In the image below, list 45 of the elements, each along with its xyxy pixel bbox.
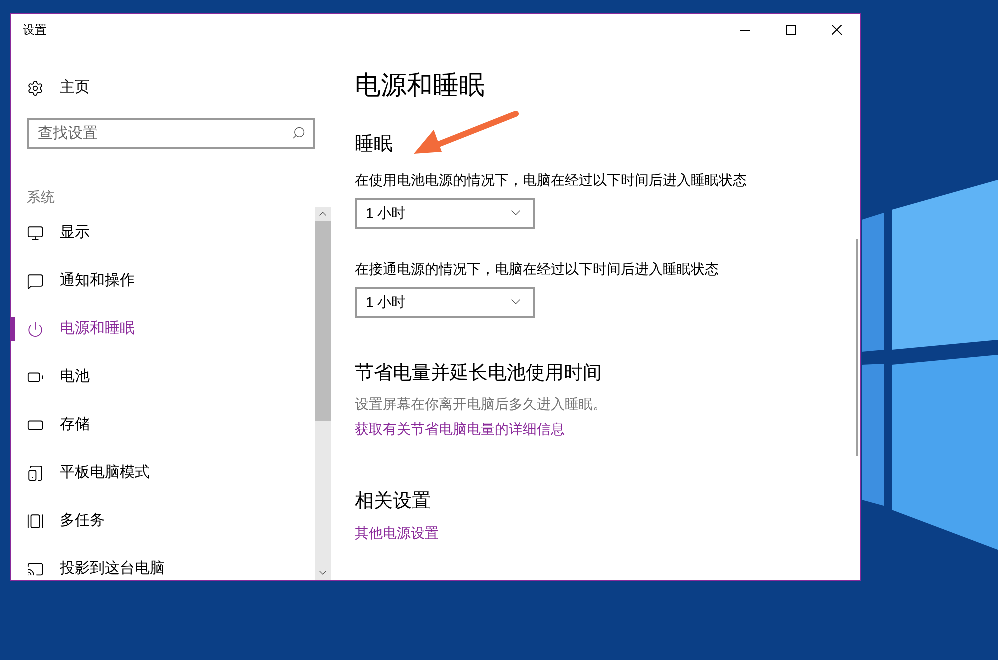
section-heading: 节省电量并延长电池使用时间 (355, 362, 603, 386)
sidebar-item-icon (27, 320, 44, 338)
sidebar-item-icon (27, 272, 44, 290)
setting-label: 在接通电源的情况下，电脑在经过以下时间后进入睡眠状态 (355, 260, 720, 278)
settings-icon (27, 80, 44, 96)
scrollbar-thumb[interactable] (315, 221, 331, 421)
search-field[interactable]: 查找设置 (27, 118, 315, 149)
sidebar-item-icon (27, 224, 44, 242)
sidebar-item[interactable]: 通知和操作 (11, 257, 315, 305)
sidebar-item-label: 电池 (60, 366, 90, 387)
sidebar-item[interactable]: 电池 (11, 353, 315, 401)
close-icon (832, 25, 842, 35)
search-icon (292, 126, 306, 140)
home-label: 主页 (60, 78, 90, 98)
sidebar-item[interactable]: 平板电脑模式 (11, 449, 315, 497)
section-heading: 相关设置 (355, 490, 432, 514)
info-link[interactable]: 获取有关节省电脑电量的详细信息 (355, 419, 856, 440)
sidebar-item[interactable]: 投影到这台电脑 (11, 545, 315, 580)
section-heading: 系统 (26, 188, 56, 207)
section-description: 设置屏幕在你离开电脑后多久进入睡眠。 (355, 395, 608, 414)
power-settings-link[interactable]: 其他电源设置 (355, 522, 856, 544)
sidebar-item-icon (27, 464, 44, 482)
section-heading: 睡眠 (355, 133, 393, 157)
sidebar-item[interactable]: 多任务 (11, 497, 315, 545)
setting-label: 在使用电池电源的情况下，电脑在经过以下时间后进入睡眠状态 (355, 170, 748, 190)
page-title: 电源和睡眠 (355, 69, 486, 102)
sidebar-item[interactable]: 显示 (11, 209, 315, 257)
sidebar-item-label: 存储 (60, 414, 90, 435)
sidebar-item-icon (27, 560, 44, 578)
sidebar-item-label: 显示 (60, 222, 90, 243)
scrollbar[interactable] (315, 207, 331, 580)
maximize-icon (786, 25, 796, 35)
sidebar-item-label: 通知和操作 (60, 270, 135, 291)
time-dropdown[interactable]: 1 小时 (355, 198, 535, 228)
content-scrollbar[interactable] (856, 239, 858, 456)
sidebar-item[interactable]: 存储 (11, 401, 315, 449)
sidebar-item-icon (27, 512, 44, 530)
sidebar-item-label: 投影到这台电脑 (60, 558, 165, 579)
home-item[interactable]: 主页 (11, 66, 331, 110)
sidebar-item-label: 平板电脑模式 (60, 462, 150, 483)
sidebar-item-label: 多任务 (60, 510, 105, 531)
window-title: 设置 (22, 22, 47, 39)
sidebar-item[interactable]: 电源和睡眠 (11, 305, 315, 353)
sidebar-item-label: 电源和睡眠 (60, 318, 135, 339)
time-dropdown[interactable]: 1 小时 (355, 286, 535, 318)
